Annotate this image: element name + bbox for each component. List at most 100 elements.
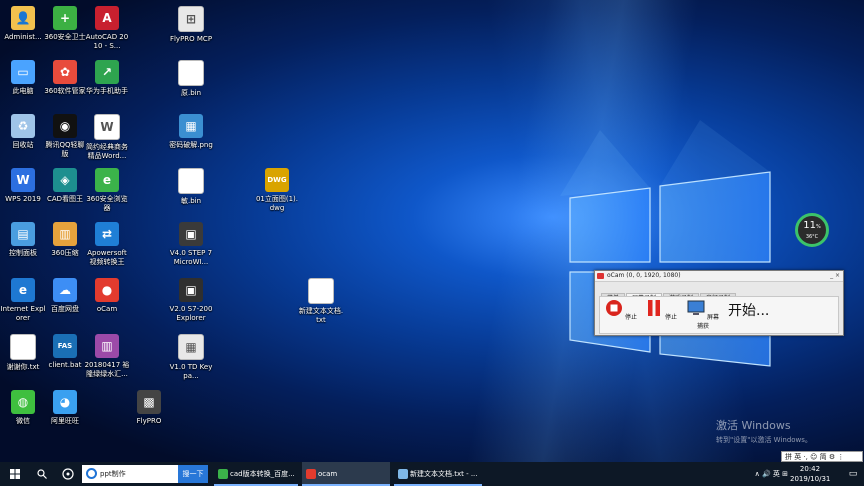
desktop-icon[interactable]: ↗ 华为手机助手 (84, 60, 130, 96)
performance-gauge[interactable]: 11% 36°C (795, 213, 829, 247)
ocam-titlebar[interactable]: oCam (0, 0, 1920, 1080) _ × (595, 271, 843, 282)
desktop-icon[interactable]: ● oCam (84, 278, 130, 314)
user-folder-icon: 👤 (11, 6, 35, 30)
desktop-icon[interactable]: ▣ V4.0 STEP 7 MicroWI... (168, 222, 214, 267)
baidu-netdisk-icon: ☁ (53, 278, 77, 302)
clock-date: 2019/10/31 (790, 475, 831, 483)
window-controls[interactable]: _ × (830, 271, 840, 281)
desktop-icon-label: 360安全浏览器 (86, 195, 128, 212)
pause-button[interactable]: 停止 (644, 299, 678, 321)
desktop-icon[interactable]: 谢谢你.txt (0, 334, 46, 372)
desktop-icon[interactable]: ▩ FlyPRO (126, 390, 172, 426)
desktop-icon-label: 百度网盘 (51, 305, 79, 313)
s7-explorer-icon: ▣ (179, 278, 203, 302)
360-security-icon: + (53, 6, 77, 30)
desktop-icon-label: WPS 2019 (5, 195, 41, 203)
desktop-icon[interactable]: e 360安全浏览器 (84, 168, 130, 213)
desktop-icon[interactable]: A AutoCAD 2010 - S... (84, 6, 130, 51)
pinwheel-icon (62, 468, 74, 480)
desktop-icon-label: 腾讯QQ轻聊版 (45, 141, 85, 158)
task-notepad[interactable]: 新建文本文档.txt - ... (394, 462, 482, 486)
desktop-icon-label: 20180417 裕隆绿绿水汇... (84, 361, 130, 378)
step7-icon: ▣ (179, 222, 203, 246)
desktop-icon[interactable]: ♻ 回收站 (0, 114, 46, 150)
360-browser-icon (218, 469, 228, 479)
desktop-icon[interactable]: ◈ CAD看图王 (42, 168, 88, 204)
clock-time: 20:42 (799, 465, 821, 473)
desktop-icon[interactable]: ▣ V2.0 S7-200 Explorer (168, 278, 214, 323)
ocam-app-icon (597, 273, 604, 279)
system-tray[interactable]: ∧ 🔊 英 ⊞ (716, 462, 788, 486)
desktop-icon[interactable]: W WPS 2019 (0, 168, 46, 204)
notification-button[interactable]: ▭ (846, 462, 860, 486)
desktop-icon-label: 华为手机助手 (86, 87, 128, 95)
cad-viewer-icon: ◈ (53, 168, 77, 192)
desktop: 👤 Administ... +360安全卫士 A AutoCAD 2010 - S...… (0, 0, 864, 462)
desktop-icon-label: 原.bin (180, 89, 202, 97)
desktop-icon-label: 谢谢你.txt (6, 363, 40, 371)
task-label: ocam (318, 470, 338, 478)
task-view-button[interactable] (58, 462, 78, 486)
desktop-icon-label: Internet Explorer (0, 305, 46, 322)
desktop-icon[interactable]: ⇄ Apowersoft视频转换王 (84, 222, 130, 267)
desktop-icon[interactable]: e Internet Explorer (0, 278, 46, 323)
search-box[interactable]: ppt制作 (82, 465, 178, 483)
desktop-icon[interactable]: ◍ 微信 (0, 390, 46, 426)
file-icon (178, 168, 204, 194)
desktop-icon[interactable]: 新建文本文档.txt (298, 278, 344, 325)
desktop-icon[interactable]: ⊞ FlyPRO MCP (168, 6, 214, 44)
notepad-icon (398, 469, 408, 479)
ocam-icon: ● (95, 278, 119, 302)
desktop-icon[interactable]: ☁ 百度网盘 (42, 278, 88, 314)
screen-capture-button[interactable]: 屏幕捕获 (686, 299, 720, 330)
desktop-icon[interactable]: DWG 01立面图(1).dwg (254, 168, 300, 213)
start-button[interactable] (4, 462, 26, 486)
desktop-icon-label: V4.0 STEP 7 MicroWI... (169, 249, 213, 266)
computer-icon: ▭ (11, 60, 35, 84)
desktop-icon-label: 敏.bin (180, 197, 202, 205)
desktop-icon[interactable]: ▥ 20180417 裕隆绿绿水汇... (84, 334, 130, 379)
control-panel-icon: ▤ (11, 222, 35, 246)
search-input[interactable]: ppt制作 (100, 465, 126, 483)
desktop-icon[interactable]: ▦ V1.0 TD Keypa... (168, 334, 214, 381)
desktop-icon-label: AutoCAD 2010 - S... (85, 33, 129, 50)
desktop-icon[interactable]: ▭ 此电脑 (0, 60, 46, 96)
desktop-icon[interactable]: ✿ 360软件管家 (42, 60, 88, 96)
pause-icon (648, 300, 661, 316)
desktop-icon[interactable]: 敏.bin (168, 168, 214, 206)
desktop-icon-label: 360安全卫士 (44, 33, 86, 41)
clock[interactable]: 20:42 2019/10/31 (790, 464, 830, 484)
text-file-icon (10, 334, 36, 360)
desktop-icon-label: 01立面图(1).dwg (255, 195, 299, 212)
task-ocam[interactable]: ocam (302, 462, 390, 486)
pause-label: 停止 (664, 314, 677, 321)
search-taskbar-button[interactable] (32, 462, 52, 486)
keypad-icon: ▦ (178, 334, 204, 360)
desktop-icon[interactable]: ◉ 腾讯QQ轻聊版 (42, 114, 88, 159)
file-icon (178, 60, 204, 86)
desktop-icon-label: 控制面板 (9, 249, 37, 257)
search-go-button[interactable]: 搜一下 (178, 465, 208, 483)
ocam-window[interactable]: oCam (0, 0, 1920, 1080) _ × 菜单屏幕录制游戏录制音频… (594, 270, 844, 336)
ie-icon: e (11, 278, 35, 302)
stop-button[interactable]: 停止 (604, 299, 638, 321)
desktop-icon[interactable]: 原.bin (168, 60, 214, 98)
desktop-icon[interactable]: 👤 Administ... (0, 6, 46, 42)
recycle-bin-icon: ♻ (11, 114, 35, 138)
desktop-icon-label: 360软件管家 (44, 87, 86, 95)
bat-file-icon: FAS (53, 334, 77, 358)
desktop-icon[interactable]: ◕ 阿里旺旺 (42, 390, 88, 426)
desktop-icon[interactable]: ▤ 控制面板 (0, 222, 46, 258)
task-browser[interactable]: cad版本转换_百度... (214, 462, 298, 486)
desktop-icon-label: oCam (96, 305, 118, 313)
desktop-icon[interactable]: W 简约经典商务精品Word... (84, 114, 130, 161)
desktop-icon-label: client.bat (48, 361, 82, 369)
desktop-icon[interactable]: +360安全卫士 (42, 6, 88, 42)
360-browser-icon: e (95, 168, 119, 192)
desktop-icon[interactable]: ▦ 密码破解.png (168, 114, 214, 150)
autocad-icon: A (95, 6, 119, 30)
desktop-icon[interactable]: ▥ 360压缩 (42, 222, 88, 258)
desktop-icon[interactable]: FAS client.bat (42, 334, 88, 370)
ime-toolbar[interactable]: 拼 英 ·, ☺ 简 ⚙ ⋮ (781, 451, 863, 462)
task-label: 新建文本文档.txt - ... (410, 470, 478, 478)
